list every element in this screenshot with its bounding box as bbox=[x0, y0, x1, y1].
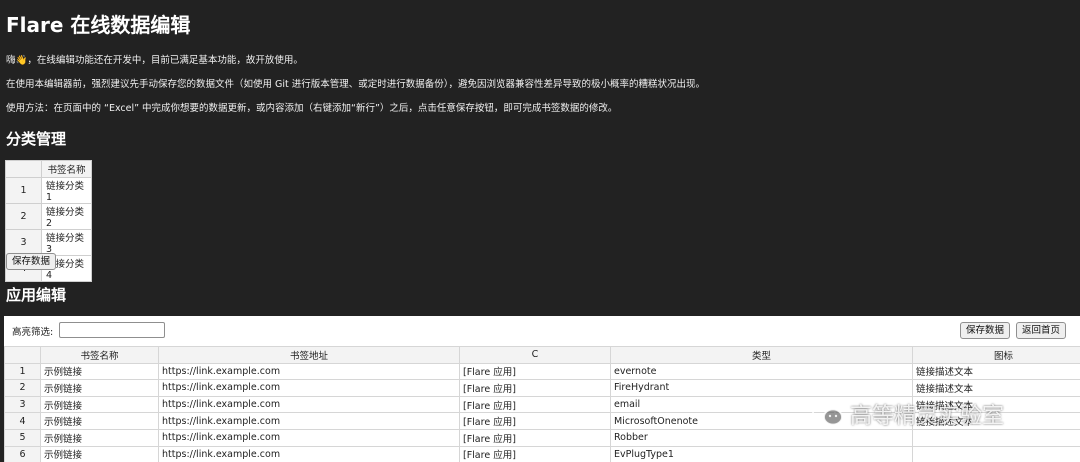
bookmark-url-cell[interactable]: https://link.example.com bbox=[158, 379, 460, 397]
table-row: 5 示例链接 https://link.example.com [Flare 应… bbox=[4, 428, 1080, 447]
bookmark-name-cell[interactable]: 示例链接 bbox=[40, 445, 159, 462]
row-index-header[interactable] bbox=[5, 160, 42, 178]
intro-usage: 使用方法：在页面中的 “Excel” 中完成你想要的数据更新，或内容添加（右键添… bbox=[6, 103, 618, 114]
type-cell[interactable]: Robber bbox=[610, 428, 913, 447]
column-header-icon[interactable]: 图标 bbox=[912, 346, 1080, 364]
c-cell[interactable]: [Flare 应用] bbox=[459, 379, 611, 397]
table-row: 1 示例链接 https://link.example.com [Flare 应… bbox=[4, 362, 1080, 381]
bookmark-name-cell[interactable]: 示例链接 bbox=[40, 395, 159, 414]
icon-cell[interactable]: 链接描述文本 bbox=[912, 379, 1080, 397]
icon-cell[interactable] bbox=[912, 428, 1080, 447]
bookmark-name-cell[interactable]: 示例链接 bbox=[40, 428, 159, 447]
app-editor-panel: 高亮筛选: 保存数据 返回首页 书签名称 书签地址 C 类型 图标 1 示例链接… bbox=[4, 316, 1080, 462]
icon-cell[interactable] bbox=[912, 445, 1080, 462]
back-home-button[interactable]: 返回首页 bbox=[1016, 322, 1067, 339]
row-index[interactable]: 4 bbox=[4, 412, 41, 430]
icon-cell[interactable]: 链接描述文本 bbox=[912, 362, 1080, 381]
row-index[interactable]: 5 bbox=[4, 428, 41, 447]
bookmark-name-cell[interactable]: 示例链接 bbox=[40, 412, 159, 430]
bookmark-url-cell[interactable]: https://link.example.com bbox=[158, 445, 460, 462]
c-cell[interactable]: [Flare 应用] bbox=[459, 428, 611, 447]
row-index[interactable]: 6 bbox=[4, 445, 41, 462]
bookmark-name-cell[interactable]: 示例链接 bbox=[40, 362, 159, 381]
app-section-title: 应用编辑 bbox=[6, 286, 67, 304]
type-cell[interactable]: EvPlugType1 bbox=[610, 445, 913, 462]
highlight-filter-label: 高亮筛选: bbox=[12, 327, 54, 338]
watermark: 高等精灵实验室 bbox=[812, 398, 1004, 430]
watermark-text: 高等精灵实验室 bbox=[850, 404, 1005, 429]
table-row: 6 示例链接 https://link.example.com [Flare 应… bbox=[4, 445, 1080, 462]
category-section-title: 分类管理 bbox=[6, 130, 67, 148]
intro-warning: 在使用本编辑器前，强烈建议先手动保存您的数据文件（如使用 Git 进行版本管理、… bbox=[6, 79, 706, 90]
row-index[interactable]: 1 bbox=[5, 177, 42, 204]
table-row: 3 链接分类3 bbox=[5, 229, 92, 256]
table-row: 2 示例链接 https://link.example.com [Flare 应… bbox=[4, 379, 1080, 397]
category-name-cell[interactable]: 链接分类3 bbox=[41, 229, 92, 256]
save-apps-button[interactable]: 保存数据 bbox=[960, 322, 1011, 339]
highlight-filter-input[interactable] bbox=[59, 322, 165, 338]
row-index[interactable]: 3 bbox=[5, 229, 42, 256]
row-index[interactable]: 3 bbox=[4, 395, 41, 414]
c-cell[interactable]: [Flare 应用] bbox=[459, 445, 611, 462]
bookmark-name-cell[interactable]: 示例链接 bbox=[40, 379, 159, 397]
row-index-header[interactable] bbox=[4, 346, 41, 364]
bookmark-url-cell[interactable]: https://link.example.com bbox=[158, 412, 460, 430]
row-index[interactable]: 1 bbox=[4, 362, 41, 381]
page-title: Flare 在线数据编辑 bbox=[6, 13, 191, 37]
table-row: 2 链接分类2 bbox=[5, 203, 92, 230]
c-cell[interactable]: [Flare 应用] bbox=[459, 412, 611, 430]
type-cell[interactable]: evernote bbox=[610, 362, 913, 381]
table-row: 1 链接分类1 bbox=[5, 177, 92, 204]
column-header-bookmark-name[interactable]: 书签名称 bbox=[41, 160, 92, 178]
bookmark-url-cell[interactable]: https://link.example.com bbox=[158, 362, 460, 381]
save-categories-button[interactable]: 保存数据 bbox=[6, 253, 57, 270]
c-cell[interactable]: [Flare 应用] bbox=[459, 362, 611, 381]
row-index[interactable]: 2 bbox=[5, 203, 42, 230]
intro-greeting: 嗨👋，在线编辑功能还在开发中，目前已满足基本功能，故开放使用。 bbox=[6, 55, 303, 66]
column-header-bookmark-name[interactable]: 书签名称 bbox=[40, 346, 159, 364]
column-header-type[interactable]: 类型 bbox=[610, 346, 913, 364]
bookmark-url-cell[interactable]: https://link.example.com bbox=[158, 428, 460, 447]
app-table-header-row: 书签名称 书签地址 C 类型 图标 bbox=[4, 346, 1080, 364]
column-header-bookmark-url[interactable]: 书签地址 bbox=[158, 346, 460, 364]
row-index[interactable]: 2 bbox=[4, 379, 41, 397]
wechat-icon bbox=[812, 402, 843, 426]
category-table-header-row: 书签名称 bbox=[5, 160, 92, 178]
type-cell[interactable]: FireHydrant bbox=[610, 379, 913, 397]
bookmark-url-cell[interactable]: https://link.example.com bbox=[158, 395, 460, 414]
category-name-cell[interactable]: 链接分类1 bbox=[41, 177, 92, 204]
column-header-c[interactable]: C bbox=[459, 346, 611, 364]
category-name-cell[interactable]: 链接分类2 bbox=[41, 203, 92, 230]
c-cell[interactable]: [Flare 应用] bbox=[459, 395, 611, 414]
